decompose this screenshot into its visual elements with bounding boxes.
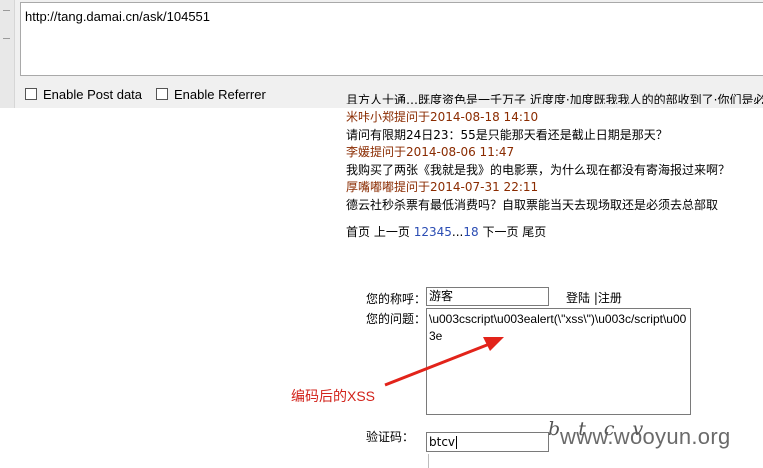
annotation-arrow [384, 337, 504, 387]
arrow-shaft [384, 341, 493, 387]
xss-annotation: 编码后的XSS [291, 388, 376, 404]
